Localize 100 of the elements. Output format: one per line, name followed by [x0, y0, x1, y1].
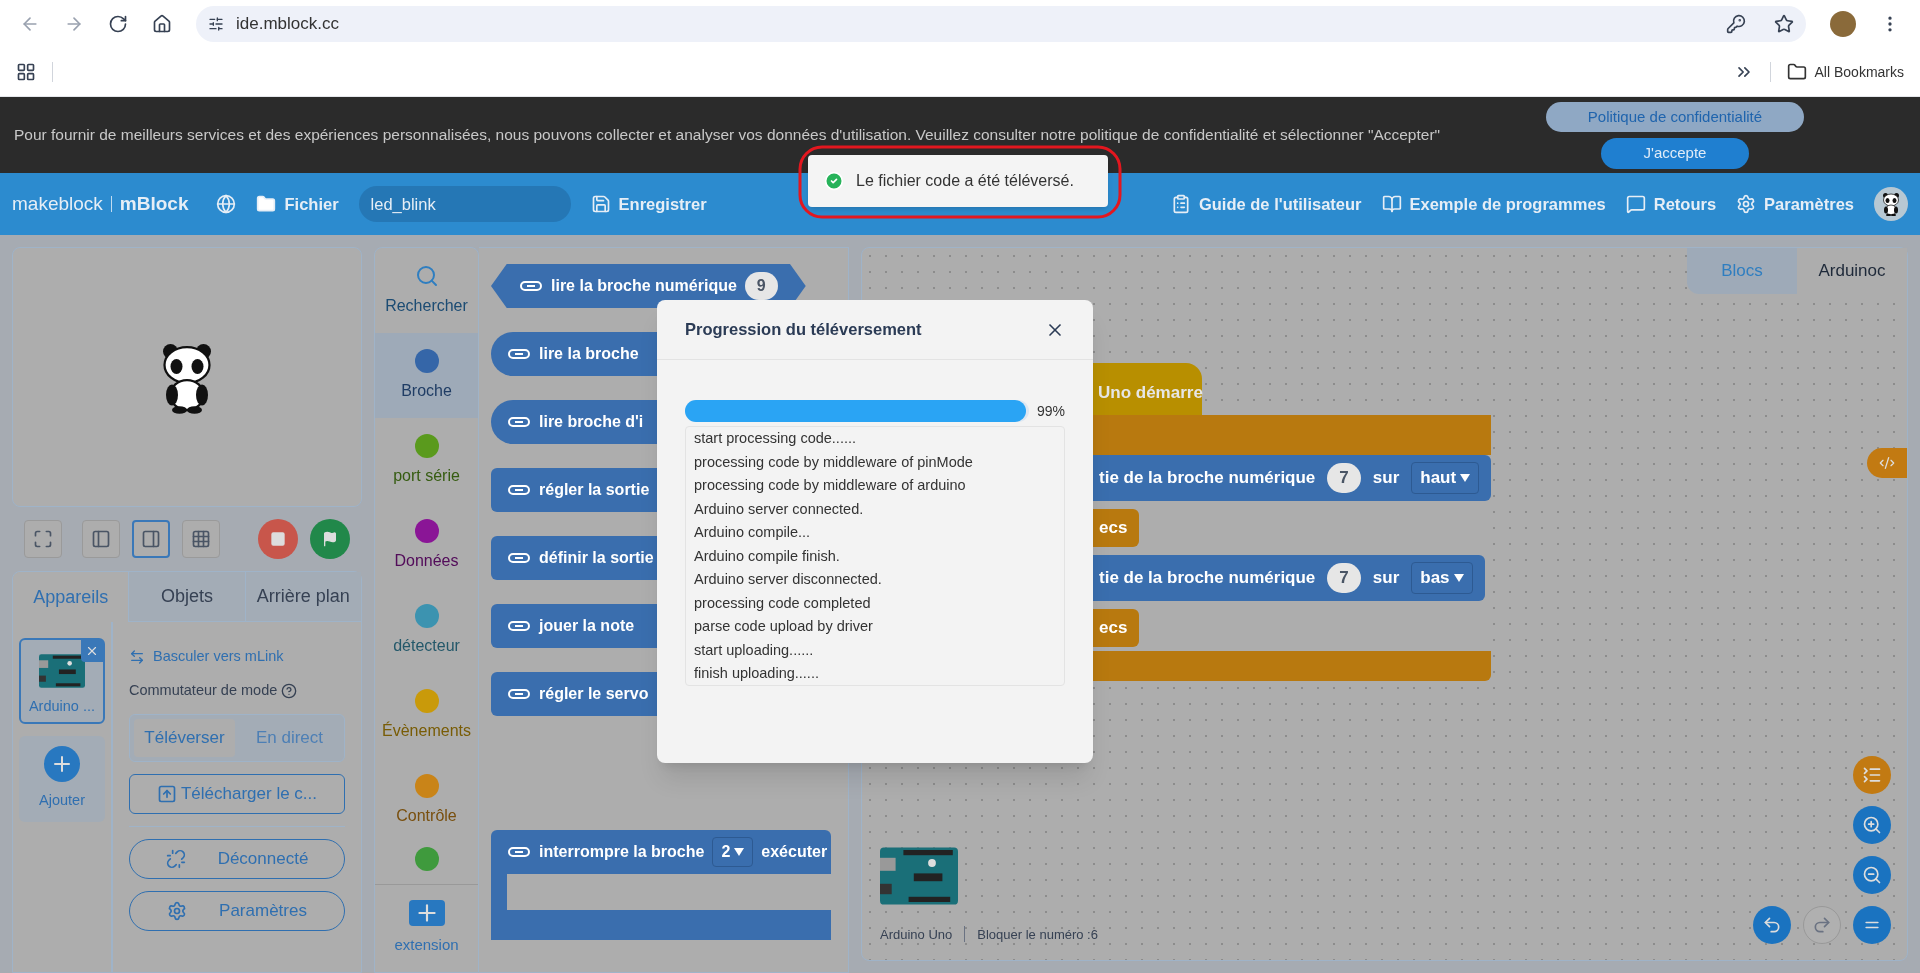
- site-info-icon[interactable]: [208, 16, 224, 32]
- dropdown-field[interactable]: haut: [1411, 462, 1480, 494]
- folder-icon: [1786, 62, 1807, 82]
- upload-code-button[interactable]: Télécharger le c...: [129, 773, 345, 814]
- upload-icon: [156, 783, 177, 804]
- circuit-board-drawing: [39, 654, 85, 689]
- block-label: régler la sortie: [539, 480, 650, 500]
- folder-icon: [256, 194, 277, 214]
- block-label: jouer la note: [539, 616, 635, 636]
- block-label: ecs: [1099, 517, 1128, 540]
- code-block[interactable]: interrompre la broche 2 exécuter: [491, 830, 831, 874]
- collapse-button[interactable]: [1853, 756, 1891, 794]
- category-item[interactable]: port série: [375, 418, 478, 503]
- redo-icon: [1812, 915, 1832, 935]
- mode-label: Commutateur de mode: [129, 680, 278, 700]
- reload-icon[interactable]: [108, 14, 128, 34]
- category-item[interactable]: Contrôle: [375, 758, 478, 843]
- panel-tab[interactable]: Arrière plan: [244, 572, 361, 622]
- view-button[interactable]: [82, 520, 120, 558]
- code-icon: [1879, 455, 1895, 471]
- small-stage-icon: [91, 529, 111, 549]
- view-button[interactable]: [182, 520, 220, 558]
- file-menu[interactable]: Fichier: [256, 191, 339, 217]
- category-item[interactable]: détecteur: [375, 588, 478, 673]
- home-icon[interactable]: [152, 14, 172, 34]
- search-icon: [414, 263, 439, 288]
- bookmark-star-icon[interactable]: [1774, 14, 1794, 34]
- url-text: ide.mblock.cc: [236, 13, 339, 36]
- swap-icon: [129, 648, 145, 665]
- panel-tab[interactable]: Objets: [128, 572, 245, 622]
- grid-icon: [191, 529, 211, 549]
- plus-icon: [408, 900, 445, 927]
- block-label: lire la broche numérique: [551, 276, 737, 296]
- large-stage-icon: [141, 529, 161, 549]
- settings-icon: [1736, 194, 1757, 214]
- stop-icon: [270, 531, 286, 547]
- zoom-out-button[interactable]: [1853, 856, 1891, 894]
- block-label: sur: [1372, 567, 1400, 590]
- policy-button[interactable]: Politique de confidentialité: [1546, 101, 1804, 132]
- block-label: lire broche d'i: [539, 412, 644, 432]
- product-logo: mBlock: [119, 191, 189, 216]
- key-icon[interactable]: [1726, 14, 1746, 34]
- category-item[interactable]: Rechercher: [375, 248, 478, 333]
- zoom-in-button[interactable]: [1853, 806, 1891, 844]
- code-block[interactable]: lire la broche numérique 9: [491, 264, 806, 308]
- chat-icon: [1625, 194, 1646, 214]
- category-item[interactable]: Données: [375, 503, 478, 588]
- block-count: Bloquer le numéro :6: [977, 925, 1098, 944]
- redo-button[interactable]: [1803, 906, 1841, 944]
- accept-button[interactable]: J'accepte: [1601, 138, 1749, 169]
- user-avatar[interactable]: [1874, 187, 1908, 221]
- fullscreen-icon: [33, 529, 53, 549]
- block-label: interrompre la broche: [539, 842, 705, 862]
- zoom-out-icon: [1862, 865, 1882, 885]
- device-tile[interactable]: Arduino ...: [19, 638, 105, 724]
- number-input[interactable]: 7: [1327, 463, 1361, 493]
- mode-option[interactable]: Téléverser: [134, 718, 235, 757]
- reset-zoom-button[interactable]: [1853, 906, 1891, 944]
- block-label: régler le servo: [539, 684, 649, 704]
- header-menu-item[interactable]: Exemple de programmes: [1381, 191, 1606, 217]
- consent-text: Pour fournir de meilleurs services et des expériences personnalisées, nous pouvons collecter et analyser vos données d'utilisation. Veuillez consulter notre politique de confidentialité et sélectionner "Accepter": [12, 125, 1442, 145]
- block-label: définir la sortie: [539, 548, 654, 568]
- block-label: sur: [1372, 467, 1400, 490]
- profile-avatar[interactable]: [1830, 11, 1856, 37]
- unlink-icon: [165, 848, 186, 869]
- settings-icon: [167, 900, 188, 921]
- dropdown-field[interactable]: 2: [712, 837, 754, 867]
- run-flag-button[interactable]: [310, 519, 350, 559]
- view-button[interactable]: [24, 520, 62, 558]
- header-menu-item[interactable]: Paramètres: [1736, 191, 1854, 217]
- plus-icon: [44, 746, 80, 783]
- block-label: tie de la broche numérique: [1099, 567, 1316, 590]
- toast-message: Le fichier code a été téléversé.: [856, 171, 1074, 191]
- category-item[interactable]: Évènements: [375, 673, 478, 758]
- block-label: lire la broche: [539, 344, 639, 364]
- caret-icon: [734, 848, 745, 856]
- stop-button[interactable]: [258, 519, 298, 559]
- language-icon[interactable]: [216, 194, 237, 214]
- category-item[interactable]: Broche: [375, 333, 478, 418]
- apps-icon[interactable]: [16, 62, 36, 82]
- block-label: tie de la broche numérique: [1099, 467, 1316, 490]
- check-icon: [824, 171, 844, 191]
- brand-logo: makeblock: [12, 191, 103, 216]
- undo-button[interactable]: [1753, 906, 1791, 944]
- view-button[interactable]: [132, 520, 170, 558]
- save-button[interactable]: Enregistrer: [590, 191, 707, 217]
- address-bar[interactable]: ide.mblock.cc: [196, 6, 1806, 42]
- help-icon[interactable]: [281, 682, 298, 699]
- block-label: ecs: [1099, 617, 1128, 640]
- header-menu-item[interactable]: Guide de l'utilisateur: [1170, 191, 1362, 217]
- number-input[interactable]: 7: [1327, 563, 1361, 593]
- bookmarks-folder[interactable]: All Bookmarks: [1786, 61, 1904, 83]
- switch-link[interactable]: Basculer vers mLink: [129, 646, 345, 668]
- header-menu-item[interactable]: Retours: [1625, 191, 1717, 217]
- project-name-field[interactable]: led_blink: [358, 186, 571, 222]
- dropdown-field[interactable]: bas: [1411, 562, 1473, 594]
- list-icon: [1862, 765, 1882, 785]
- code-toggle-button[interactable]: [1867, 448, 1907, 478]
- add-device-button[interactable]: Ajouter: [19, 736, 105, 822]
- number-input[interactable]: 9: [744, 272, 778, 300]
